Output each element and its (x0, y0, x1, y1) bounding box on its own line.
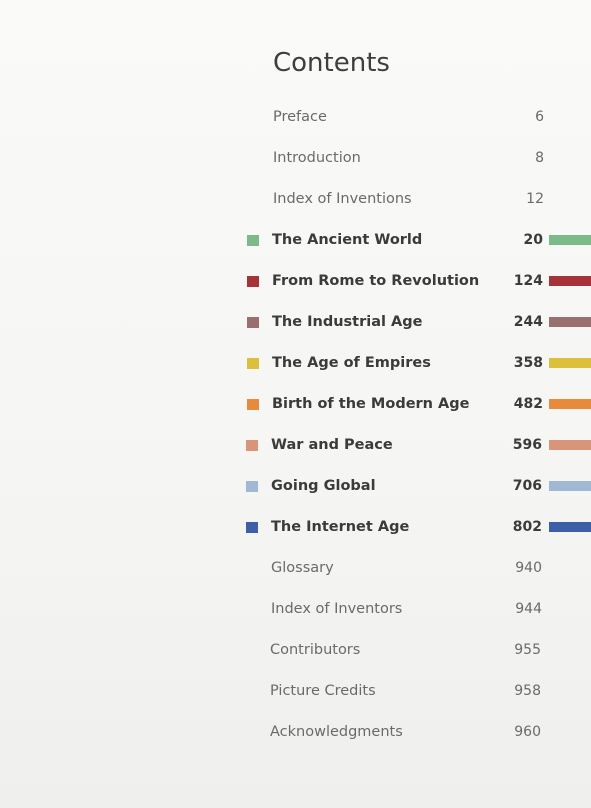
chapter-row: Going Global 706 (0, 474, 591, 498)
page-number: 12 (526, 191, 544, 207)
contents-page: Contents Preface 6 Introduction 8 Index of I… (0, 0, 591, 808)
chapter-color-swatch (247, 235, 259, 246)
page-number: 944 (515, 601, 542, 617)
chapter-title: The Ancient World (272, 232, 423, 248)
entry-title: Picture Credits (270, 683, 376, 699)
toc-row: Picture Credits 958 (0, 679, 591, 703)
page-number: 596 (512, 437, 542, 453)
chapter-color-swatch (246, 481, 258, 492)
chapter-row: From Rome to Revolution 124 (0, 269, 591, 293)
page-number: 955 (514, 642, 541, 658)
page-number: 960 (514, 724, 541, 740)
entry-title: Index of Inventions (273, 191, 412, 207)
entry-title: Index of Inventors (271, 601, 403, 617)
page-number: 20 (523, 232, 543, 248)
chapter-title: From Rome to Revolution (272, 273, 480, 289)
page-number: 244 (513, 314, 543, 330)
chapter-title: War and Peace (271, 437, 393, 453)
entry-title: Glossary (271, 560, 334, 576)
chapter-edge-tab (549, 522, 591, 532)
page-number: 802 (512, 519, 542, 535)
entry-title: Acknowledgments (270, 724, 403, 740)
chapter-color-swatch (247, 317, 259, 328)
page-number: 358 (513, 355, 543, 371)
chapter-color-swatch (247, 358, 259, 369)
page-number: 8 (535, 150, 544, 166)
page-number: 482 (513, 396, 543, 412)
toc-row: Preface 6 (0, 105, 591, 129)
chapter-color-swatch (247, 276, 259, 287)
page-number: 958 (514, 683, 541, 699)
chapter-edge-tab (549, 399, 591, 409)
chapter-edge-tab (549, 317, 591, 327)
toc-row: Glossary 940 (0, 556, 591, 580)
chapter-edge-tab (549, 358, 591, 368)
chapter-edge-tab (549, 481, 591, 491)
chapter-title: Going Global (271, 478, 376, 494)
entry-title: Preface (273, 109, 327, 125)
chapter-color-swatch (246, 522, 258, 533)
page-number: 124 (513, 273, 543, 289)
chapter-color-swatch (246, 440, 258, 451)
chapter-title: Birth of the Modern Age (272, 396, 470, 412)
toc-row: Introduction 8 (0, 146, 591, 170)
chapter-row: The Industrial Age 244 (0, 310, 591, 334)
page-number: 706 (512, 478, 542, 494)
chapter-edge-tab (549, 440, 591, 450)
toc-row: Acknowledgments 960 (0, 720, 591, 744)
entry-title: Contributors (270, 642, 361, 658)
chapter-row: Birth of the Modern Age 482 (0, 392, 591, 416)
chapter-row: The Internet Age 802 (0, 515, 591, 539)
page-number: 6 (535, 109, 544, 125)
chapter-title: The Age of Empires (272, 355, 431, 371)
page-number: 940 (515, 560, 542, 576)
chapter-row: The Ancient World 20 (0, 228, 591, 252)
chapter-edge-tab (549, 235, 591, 245)
toc-row: Index of Inventors 944 (0, 597, 591, 621)
chapter-title: The Industrial Age (272, 314, 423, 330)
chapter-row: The Age of Empires 358 (0, 351, 591, 375)
toc-row: Contributors 955 (0, 638, 591, 662)
chapter-title: The Internet Age (271, 519, 410, 535)
entry-title: Introduction (273, 150, 361, 166)
chapter-color-swatch (247, 399, 259, 410)
page-title: Contents (273, 48, 390, 78)
chapter-edge-tab (549, 276, 591, 286)
chapter-row: War and Peace 596 (0, 433, 591, 457)
toc-row: Index of Inventions 12 (0, 187, 591, 211)
